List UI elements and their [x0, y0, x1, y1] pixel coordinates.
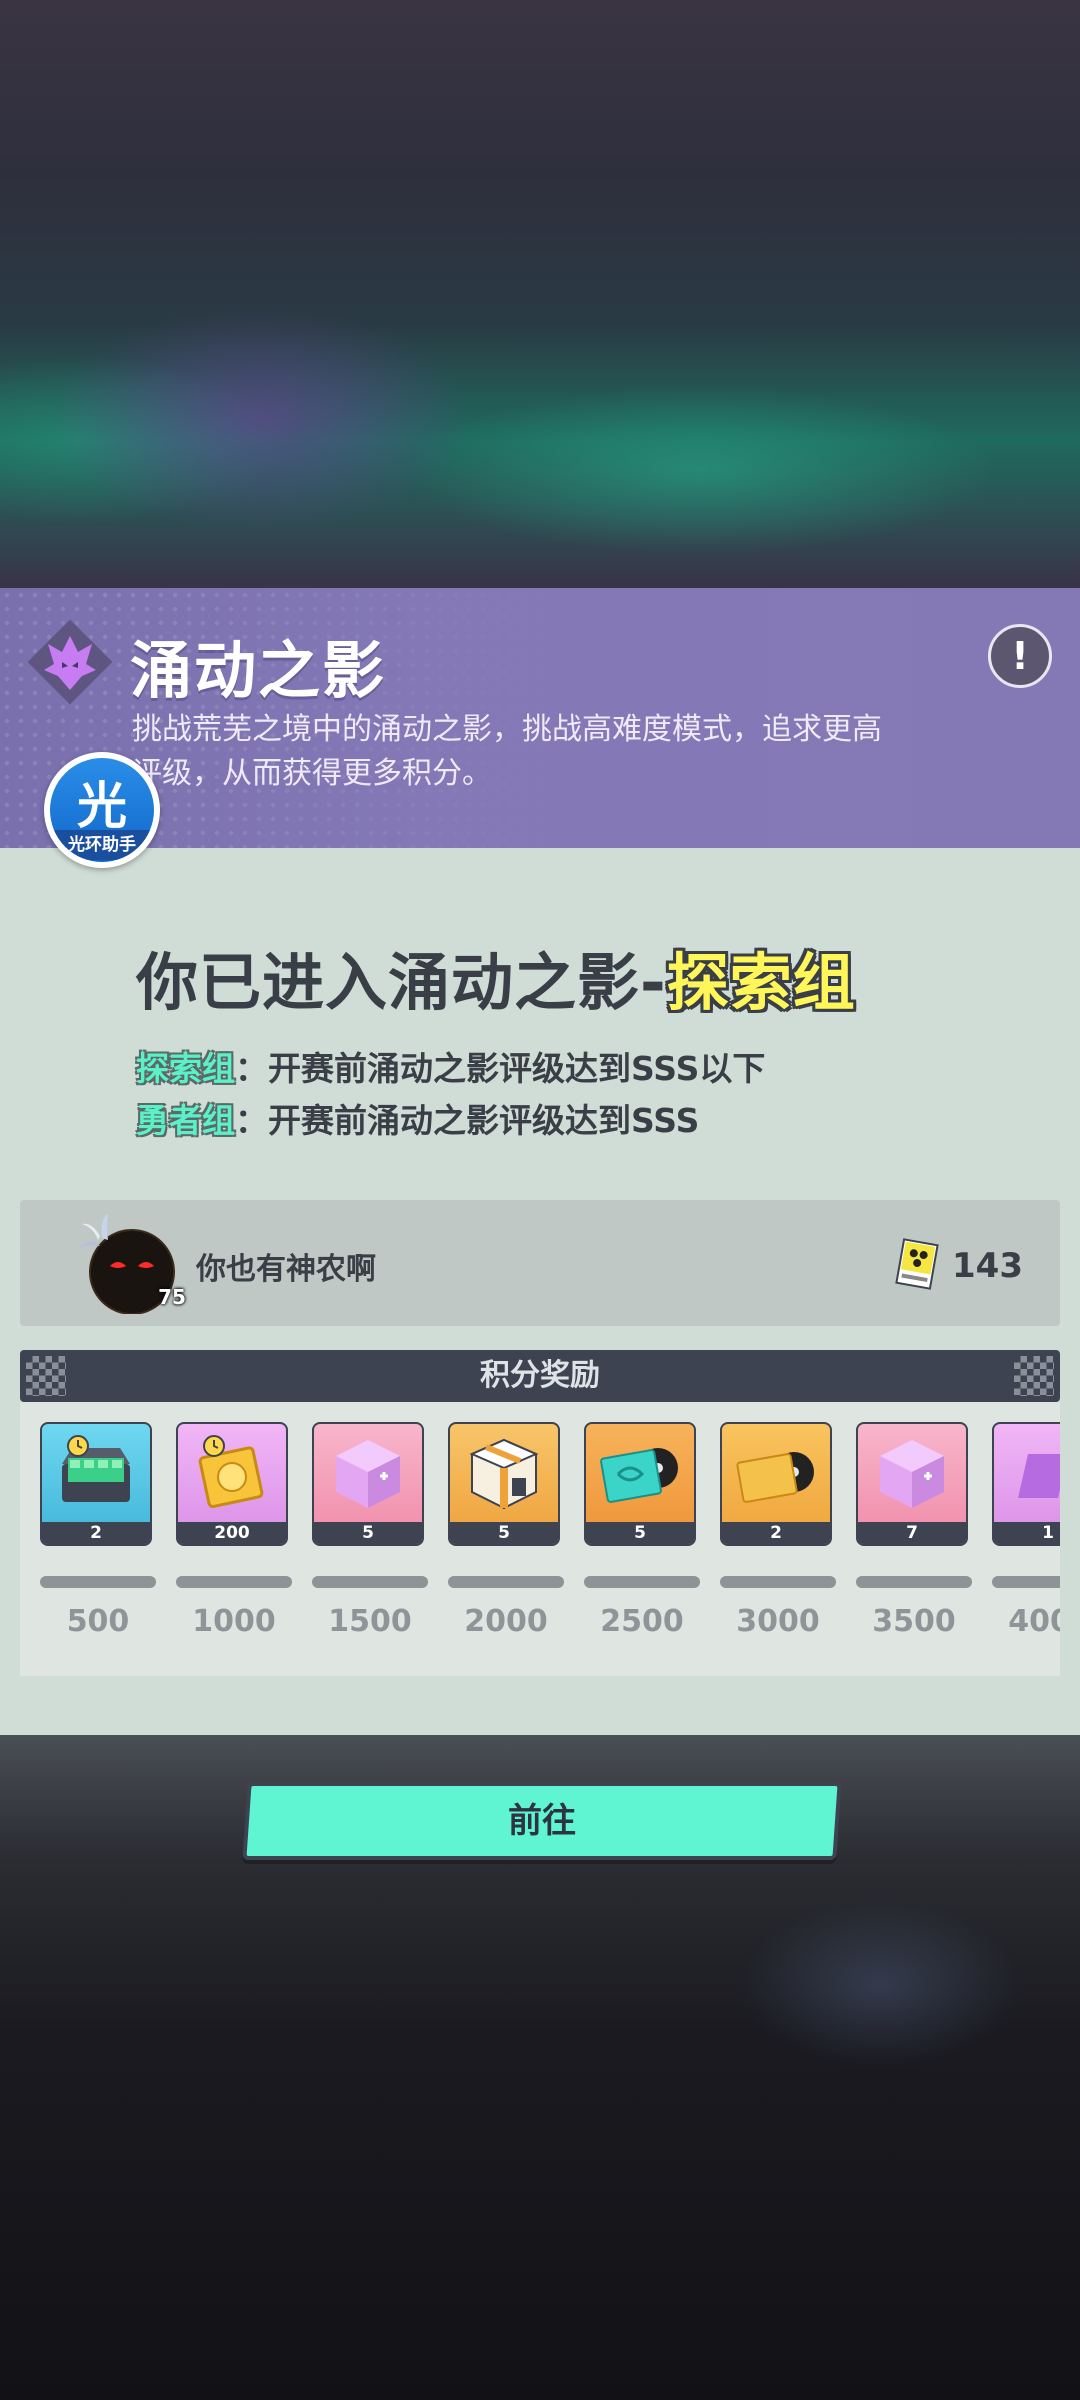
reward-item[interactable]: 2 3000 — [720, 1422, 836, 1639]
rule-tag: 探索组 — [136, 1049, 235, 1088]
event-header: 涌动之影 挑战荒芜之境中的涌动之影，挑战高难度模式，追求更高评级，从而获得更多积… — [0, 588, 1080, 848]
reward-item[interactable]: 200 1000 — [176, 1422, 292, 1639]
reward-card[interactable]: 5 — [312, 1422, 424, 1546]
reward-threshold: 2000 — [464, 1604, 548, 1639]
rewards-title: 积分奖励 — [480, 1358, 600, 1393]
teal-record-icon — [600, 1448, 678, 1503]
progress-bar — [856, 1576, 972, 1588]
assistant-badge-label: 光环助手 — [50, 830, 154, 860]
reward-threshold: 1500 — [328, 1604, 412, 1639]
reward-card[interactable]: 1 — [992, 1422, 1060, 1546]
player-name: 你也有神农啊 — [196, 1252, 376, 1287]
progress-bar — [584, 1576, 700, 1588]
info-icon[interactable]: ! — [988, 624, 1052, 688]
reward-card[interactable]: 5 — [584, 1422, 696, 1546]
golden-chip-icon — [198, 1435, 264, 1509]
rule-brave: 勇者组：开赛前涌动之影评级达到SSS — [136, 1094, 699, 1142]
reward-count: 2 — [722, 1522, 830, 1544]
event-panel: 你已进入涌动之影-探索组 探索组：开赛前涌动之影评级达到SSS以下 勇者组：开赛… — [0, 848, 1080, 1735]
reward-count: 1 — [994, 1522, 1060, 1544]
pink-cube-icon — [880, 1440, 944, 1508]
ticket-icon — [895, 1238, 939, 1290]
headline-prefix: 你已进入涌动之影- — [136, 946, 667, 1019]
reward-card[interactable]: 5 — [448, 1422, 560, 1546]
progress-bar — [448, 1576, 564, 1588]
reward-count: 5 — [314, 1522, 422, 1544]
player-score: 143 — [952, 1246, 1023, 1286]
game-background — [0, 0, 1080, 588]
pink-cube-icon — [336, 1440, 400, 1508]
gift-box-icon — [469, 1438, 539, 1510]
progress-bar — [40, 1576, 156, 1588]
go-button[interactable]: 前往 — [242, 1782, 842, 1860]
group-headline: 你已进入涌动之影-探索组 — [136, 932, 856, 1022]
reward-threshold: 3500 — [872, 1604, 956, 1639]
progress-bar — [720, 1576, 836, 1588]
shadow-emblem-icon — [27, 619, 113, 705]
reward-item[interactable]: 5 2000 — [448, 1422, 564, 1639]
player-level: 75 — [158, 1285, 186, 1309]
reward-count: 7 — [858, 1522, 966, 1544]
player-row: 75 你也有神农啊 143 — [20, 1200, 1060, 1326]
rule-text: 开赛前涌动之影评级达到SSS以下 — [268, 1049, 766, 1088]
checkered-flag-icon — [1014, 1356, 1054, 1396]
reward-count: 5 — [450, 1522, 558, 1544]
assistant-badge-char: 光 — [77, 777, 127, 835]
reward-card[interactable]: 2 — [40, 1422, 152, 1546]
reward-count: 200 — [178, 1522, 286, 1544]
event-description: 挑战荒芜之境中的涌动之影，挑战高难度模式，追求更高评级，从而获得更多积分。 — [132, 712, 882, 791]
reward-threshold: 1000 — [192, 1604, 276, 1639]
rule-separator: ： — [235, 1049, 268, 1088]
rewards-header: 积分奖励 — [20, 1350, 1060, 1402]
reward-item[interactable]: 5 2500 — [584, 1422, 700, 1639]
reward-card[interactable]: 7 — [856, 1422, 968, 1546]
rule-text: 开赛前涌动之影评级达到SSS — [268, 1101, 700, 1140]
reward-threshold: 500 — [66, 1604, 130, 1639]
reward-item[interactable]: 7 3500 — [856, 1422, 972, 1639]
rule-explore: 探索组：开赛前涌动之影评级达到SSS以下 — [136, 1042, 765, 1090]
progress-bar — [176, 1576, 292, 1588]
event-title: 涌动之影 — [130, 634, 387, 707]
reward-threshold: 3000 — [736, 1604, 820, 1639]
reward-item[interactable]: 5 1500 — [312, 1422, 428, 1639]
reward-count: 2 — [42, 1522, 150, 1544]
progress-bar — [312, 1576, 428, 1588]
reward-item[interactable]: 1 4000 — [992, 1422, 1060, 1639]
gold-record-icon — [736, 1452, 814, 1503]
reward-card[interactable]: 2 — [720, 1422, 832, 1546]
headline-group: 探索组 — [666, 946, 856, 1019]
reward-card[interactable]: 200 — [176, 1422, 288, 1546]
reward-threshold: 4000 — [1008, 1604, 1060, 1639]
purple-item-icon — [1018, 1454, 1060, 1498]
assistant-badge[interactable]: 光 光环助手 — [44, 752, 160, 868]
rule-separator: ： — [235, 1101, 268, 1140]
rewards-strip[interactable]: 2 500 200 1000 5 1500 5 2000 5 2500 2 30… — [20, 1402, 1060, 1676]
reward-item[interactable]: 2 500 — [40, 1422, 156, 1639]
rule-tag: 勇者组 — [136, 1101, 235, 1140]
go-button-label: 前往 — [508, 1801, 576, 1841]
progress-bar — [992, 1576, 1060, 1588]
chest-icon — [62, 1435, 130, 1502]
reward-threshold: 2500 — [600, 1604, 684, 1639]
reward-count: 5 — [586, 1522, 694, 1544]
